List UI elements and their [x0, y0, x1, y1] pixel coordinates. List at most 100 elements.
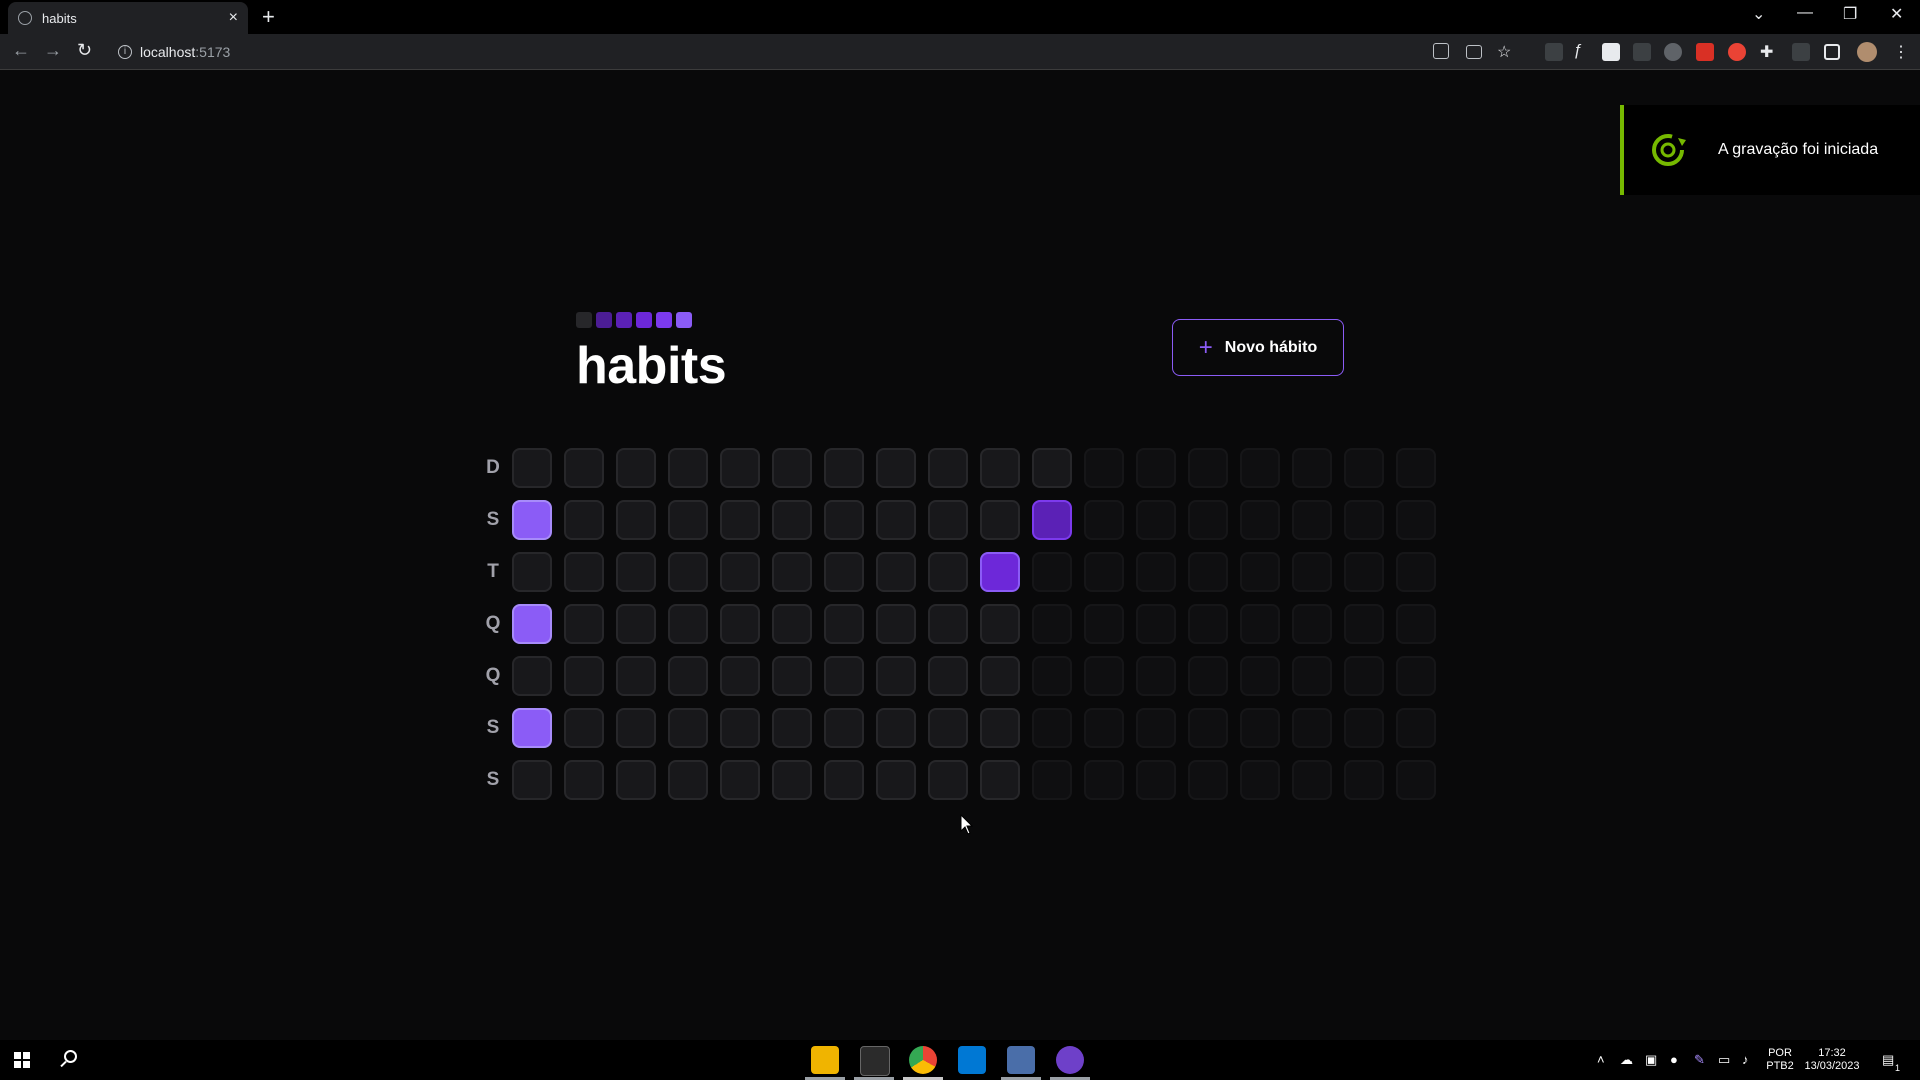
meet-now-icon[interactable]: ▣ — [1645, 1052, 1657, 1068]
habit-day-cell[interactable] — [876, 500, 916, 540]
habit-day-cell[interactable] — [616, 448, 656, 488]
habit-day-cell[interactable] — [616, 708, 656, 748]
habit-day-cell[interactable] — [512, 708, 552, 748]
habit-day-cell[interactable] — [616, 500, 656, 540]
habit-day-cell[interactable] — [512, 604, 552, 644]
habit-day-cell[interactable] — [824, 552, 864, 592]
site-info-icon[interactable]: i — [118, 45, 132, 59]
habit-day-cell[interactable] — [772, 708, 812, 748]
address-bar[interactable]: i localhost:5173 — [110, 38, 1440, 66]
browser-menu-icon[interactable]: ⋮ — [1893, 42, 1909, 62]
terminal-icon[interactable] — [860, 1046, 890, 1076]
file-explorer-icon[interactable] — [811, 1046, 839, 1074]
habit-day-cell[interactable] — [564, 604, 604, 644]
minimize-button[interactable]: — — [1797, 4, 1813, 22]
extension-video-icon[interactable] — [1696, 43, 1714, 61]
habit-day-cell[interactable] — [824, 500, 864, 540]
habit-day-cell[interactable] — [720, 604, 760, 644]
habit-day-cell[interactable] — [1032, 448, 1072, 488]
habit-day-cell[interactable] — [512, 448, 552, 488]
habit-day-cell[interactable] — [876, 448, 916, 488]
habit-day-cell[interactable] — [720, 760, 760, 800]
chrome-icon[interactable] — [909, 1046, 937, 1074]
habit-day-cell[interactable] — [928, 500, 968, 540]
habit-day-cell[interactable] — [616, 760, 656, 800]
habit-day-cell[interactable] — [928, 552, 968, 592]
habit-day-cell[interactable] — [928, 448, 968, 488]
back-button[interactable]: ← — [12, 40, 30, 61]
habit-day-cell[interactable] — [668, 604, 708, 644]
habit-day-cell[interactable] — [564, 656, 604, 696]
habit-day-cell[interactable] — [772, 552, 812, 592]
habit-day-cell[interactable] — [668, 500, 708, 540]
habit-day-cell[interactable] — [980, 760, 1020, 800]
close-window-button[interactable]: ✕ — [1890, 4, 1903, 24]
habit-day-cell[interactable] — [928, 708, 968, 748]
habit-day-cell[interactable] — [980, 448, 1020, 488]
habit-day-cell[interactable] — [616, 552, 656, 592]
habit-day-cell[interactable] — [564, 760, 604, 800]
habit-day-cell[interactable] — [564, 708, 604, 748]
habit-day-cell[interactable] — [980, 656, 1020, 696]
new-tab-button[interactable]: + — [262, 4, 275, 30]
habit-day-cell[interactable] — [980, 552, 1020, 592]
restore-button[interactable]: ❐ — [1843, 4, 1857, 24]
habit-day-cell[interactable] — [668, 656, 708, 696]
habit-day-cell[interactable] — [720, 448, 760, 488]
habit-day-cell[interactable] — [668, 552, 708, 592]
extension-glasses-icon[interactable] — [1664, 43, 1682, 61]
habit-day-cell[interactable] — [512, 760, 552, 800]
habit-day-cell[interactable] — [772, 656, 812, 696]
github-desktop-icon[interactable] — [1056, 1046, 1084, 1074]
habit-day-cell[interactable] — [564, 448, 604, 488]
windows-start-icon[interactable] — [14, 1052, 30, 1068]
habit-day-cell[interactable] — [876, 708, 916, 748]
browser-tab-habits[interactable]: habits × — [8, 2, 248, 34]
network-icon[interactable]: ▭ — [1718, 1052, 1730, 1068]
side-panel-icon[interactable] — [1824, 44, 1840, 60]
tray-expand-icon[interactable]: ˄ — [1597, 1052, 1605, 1067]
habit-day-cell[interactable] — [668, 448, 708, 488]
clock[interactable]: 17:32 13/03/2023 — [1800, 1047, 1864, 1073]
language-indicator[interactable]: POR PTB2 — [1762, 1047, 1798, 1073]
habit-day-cell[interactable] — [824, 760, 864, 800]
volume-icon[interactable]: ♪ — [1742, 1052, 1749, 1067]
extension-bracket-icon[interactable] — [1633, 43, 1651, 61]
habit-day-cell[interactable] — [564, 500, 604, 540]
habit-day-cell[interactable] — [720, 708, 760, 748]
habit-day-cell[interactable] — [512, 552, 552, 592]
habit-day-cell[interactable] — [876, 552, 916, 592]
vscode-icon[interactable] — [958, 1046, 986, 1074]
habit-day-cell[interactable] — [772, 760, 812, 800]
habit-day-cell[interactable] — [824, 604, 864, 644]
habit-day-cell[interactable] — [980, 708, 1020, 748]
habit-day-cell[interactable] — [772, 448, 812, 488]
tab-close-icon[interactable]: × — [229, 9, 238, 27]
reading-list-icon[interactable] — [1792, 43, 1810, 61]
habit-day-cell[interactable] — [928, 656, 968, 696]
habit-day-cell[interactable] — [876, 656, 916, 696]
habit-day-cell[interactable] — [668, 708, 708, 748]
habit-day-cell[interactable] — [980, 500, 1020, 540]
habit-day-cell[interactable] — [564, 552, 604, 592]
habit-day-cell[interactable] — [772, 604, 812, 644]
search-icon[interactable] — [64, 1050, 77, 1063]
bookmark-star-icon[interactable]: ☆ — [1497, 42, 1511, 62]
habit-day-cell[interactable] — [720, 656, 760, 696]
habit-day-cell[interactable] — [824, 656, 864, 696]
onedrive-icon[interactable]: ☁ — [1620, 1052, 1633, 1068]
extension-pen-icon[interactable] — [1545, 43, 1563, 61]
habit-day-cell[interactable] — [824, 708, 864, 748]
extension-record-icon[interactable] — [1728, 43, 1746, 61]
extensions-puzzle-icon[interactable]: ✚ — [1760, 42, 1773, 62]
habit-day-cell[interactable] — [1032, 500, 1072, 540]
tab-search-chevron-icon[interactable]: ⌄ — [1752, 4, 1765, 24]
extension-formula-icon[interactable]: ƒ — [1573, 42, 1582, 60]
profile-avatar[interactable] — [1857, 42, 1877, 62]
habit-day-cell[interactable] — [668, 760, 708, 800]
reload-button[interactable]: ↻ — [77, 40, 92, 61]
habit-day-cell[interactable] — [772, 500, 812, 540]
habit-day-cell[interactable] — [616, 656, 656, 696]
microphone-icon[interactable]: ● — [1670, 1052, 1678, 1067]
habit-day-cell[interactable] — [928, 760, 968, 800]
